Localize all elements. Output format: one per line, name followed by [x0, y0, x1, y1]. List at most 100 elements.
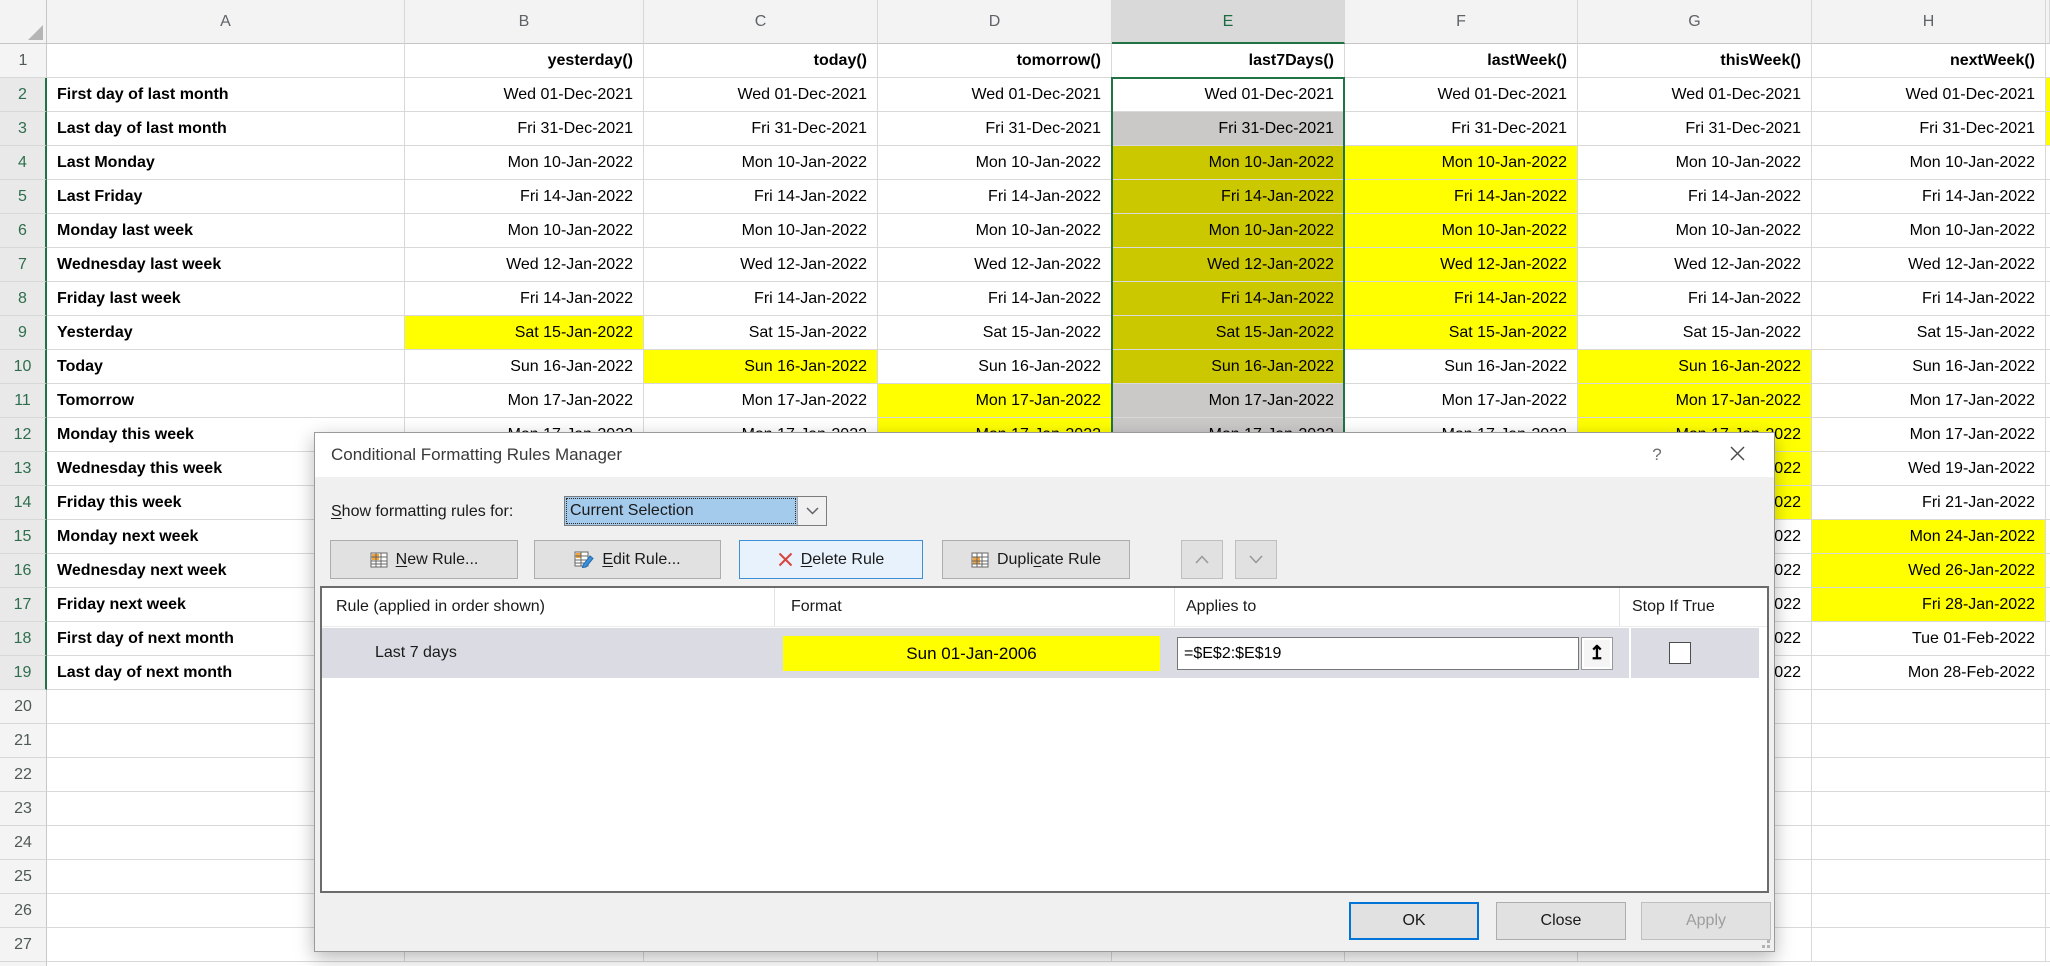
cell-B5[interactable]: Fri 14-Jan-2022 — [405, 180, 644, 214]
cell-F8[interactable]: Fri 14-Jan-2022 — [1345, 282, 1578, 316]
cell-D6[interactable]: Mon 10-Jan-2022 — [878, 214, 1112, 248]
cell-F4[interactable]: Mon 10-Jan-2022 — [1345, 146, 1578, 180]
column-header-G[interactable]: G — [1578, 0, 1812, 44]
cell-D9[interactable]: Sat 15-Jan-2022 — [878, 316, 1112, 350]
cell-H23[interactable] — [1812, 792, 2046, 826]
cell-F2[interactable]: Wed 01-Dec-2021 — [1345, 78, 1578, 112]
cell-F11[interactable]: Mon 17-Jan-2022 — [1345, 384, 1578, 418]
row-header-7[interactable]: 7 — [0, 248, 47, 282]
cell-C10[interactable]: Sun 16-Jan-2022 — [644, 350, 878, 384]
column-header-C[interactable]: C — [644, 0, 878, 44]
cell-D4[interactable]: Mon 10-Jan-2022 — [878, 146, 1112, 180]
cell-C6[interactable]: Mon 10-Jan-2022 — [644, 214, 878, 248]
cell-A3[interactable]: Last day of last month — [47, 112, 405, 146]
scope-dropdown[interactable]: Current Selection — [564, 496, 827, 526]
cell-H12[interactable]: Mon 17-Jan-2022 — [1812, 418, 2046, 452]
select-all-corner[interactable] — [0, 0, 47, 44]
cell-C11[interactable]: Mon 17-Jan-2022 — [644, 384, 878, 418]
cell-G11[interactable]: Mon 17-Jan-2022 — [1578, 384, 1812, 418]
cell-E2[interactable]: Wed 01-Dec-2021 — [1112, 78, 1345, 112]
delete-rule-button[interactable]: Delete Rule — [739, 540, 923, 579]
help-icon[interactable]: ? — [1646, 445, 1668, 465]
cell-H26[interactable] — [1812, 894, 2046, 928]
cell-E6[interactable]: Mon 10-Jan-2022 — [1112, 214, 1345, 248]
applies-to-input[interactable] — [1177, 637, 1579, 670]
column-header-F[interactable]: F — [1345, 0, 1578, 44]
row-header-15[interactable]: 15 — [0, 520, 47, 554]
cell-D5[interactable]: Fri 14-Jan-2022 — [878, 180, 1112, 214]
chevron-down-icon[interactable] — [797, 497, 826, 525]
cell-C1[interactable]: today() — [644, 44, 878, 78]
cell-F1[interactable]: lastWeek() — [1345, 44, 1578, 78]
move-rule-up-button[interactable] — [1181, 540, 1223, 579]
cell-F10[interactable]: Sun 16-Jan-2022 — [1345, 350, 1578, 384]
cell-C5[interactable]: Fri 14-Jan-2022 — [644, 180, 878, 214]
cell-G3[interactable]: Fri 31-Dec-2021 — [1578, 112, 1812, 146]
cell-A5[interactable]: Last Friday — [47, 180, 405, 214]
cell-B4[interactable]: Mon 10-Jan-2022 — [405, 146, 644, 180]
column-header-E[interactable]: E — [1112, 0, 1345, 44]
cell-A11[interactable]: Tomorrow — [47, 384, 405, 418]
cell-C4[interactable]: Mon 10-Jan-2022 — [644, 146, 878, 180]
resize-grip[interactable] — [1758, 936, 1770, 948]
cell-D8[interactable]: Fri 14-Jan-2022 — [878, 282, 1112, 316]
row-header-14[interactable]: 14 — [0, 486, 47, 520]
dialog-titlebar[interactable]: Conditional Formatting Rules Manager ? — [315, 433, 1774, 477]
cell-H16[interactable]: Wed 26-Jan-2022 — [1812, 554, 2046, 588]
cell-H20[interactable] — [1812, 690, 2046, 724]
cell-D7[interactable]: Wed 12-Jan-2022 — [878, 248, 1112, 282]
row-header-9[interactable]: 9 — [0, 316, 47, 350]
cell-A8[interactable]: Friday last week — [47, 282, 405, 316]
cell-G2[interactable]: Wed 01-Dec-2021 — [1578, 78, 1812, 112]
cell-F6[interactable]: Mon 10-Jan-2022 — [1345, 214, 1578, 248]
cell-H15[interactable]: Mon 24-Jan-2022 — [1812, 520, 2046, 554]
cell-D10[interactable]: Sun 16-Jan-2022 — [878, 350, 1112, 384]
edit-rule-button[interactable]: Edit Rule... — [534, 540, 721, 579]
cell-A2[interactable]: First day of last month — [47, 78, 405, 112]
cell-C3[interactable]: Fri 31-Dec-2021 — [644, 112, 878, 146]
cell-E7[interactable]: Wed 12-Jan-2022 — [1112, 248, 1345, 282]
cell-D3[interactable]: Fri 31-Dec-2021 — [878, 112, 1112, 146]
cell-B6[interactable]: Mon 10-Jan-2022 — [405, 214, 644, 248]
row-header-19[interactable]: 19 — [0, 656, 47, 690]
cell-H19[interactable]: Mon 28-Feb-2022 — [1812, 656, 2046, 690]
row-header-8[interactable]: 8 — [0, 282, 47, 316]
row-header-20[interactable]: 20 — [0, 690, 47, 724]
cell-A1[interactable] — [47, 44, 405, 78]
cell-H5[interactable]: Fri 14-Jan-2022 — [1812, 180, 2046, 214]
cell-D1[interactable]: tomorrow() — [878, 44, 1112, 78]
new-rule-button[interactable]: New Rule... — [330, 540, 518, 579]
cell-H17[interactable]: Fri 28-Jan-2022 — [1812, 588, 2046, 622]
cell-C7[interactable]: Wed 12-Jan-2022 — [644, 248, 878, 282]
duplicate-rule-button[interactable]: Duplicate Rule — [942, 540, 1130, 579]
cell-B1[interactable]: yesterday() — [405, 44, 644, 78]
cell-A7[interactable]: Wednesday last week — [47, 248, 405, 282]
cell-G10[interactable]: Sun 16-Jan-2022 — [1578, 350, 1812, 384]
row-header-11[interactable]: 11 — [0, 384, 47, 418]
scope-dropdown-value[interactable]: Current Selection — [565, 497, 797, 525]
cell-H22[interactable] — [1812, 758, 2046, 792]
cell-B10[interactable]: Sun 16-Jan-2022 — [405, 350, 644, 384]
cell-F7[interactable]: Wed 12-Jan-2022 — [1345, 248, 1578, 282]
cell-C8[interactable]: Fri 14-Jan-2022 — [644, 282, 878, 316]
row-header-6[interactable]: 6 — [0, 214, 47, 248]
cell-E9[interactable]: Sat 15-Jan-2022 — [1112, 316, 1345, 350]
row-header-22[interactable]: 22 — [0, 758, 47, 792]
cell-E8[interactable]: Fri 14-Jan-2022 — [1112, 282, 1345, 316]
cell-H18[interactable]: Tue 01-Feb-2022 — [1812, 622, 2046, 656]
row-header-23[interactable]: 23 — [0, 792, 47, 826]
cell-F9[interactable]: Sat 15-Jan-2022 — [1345, 316, 1578, 350]
column-header-A[interactable]: A — [47, 0, 405, 44]
row-header-4[interactable]: 4 — [0, 146, 47, 180]
cell-H2[interactable]: Wed 01-Dec-2021 — [1812, 78, 2046, 112]
row-header-16[interactable]: 16 — [0, 554, 47, 588]
cell-H21[interactable] — [1812, 724, 2046, 758]
column-header-H[interactable]: H — [1812, 0, 2046, 44]
cell-E10[interactable]: Sun 16-Jan-2022 — [1112, 350, 1345, 384]
ok-button[interactable]: OK — [1349, 902, 1479, 940]
cell-G9[interactable]: Sat 15-Jan-2022 — [1578, 316, 1812, 350]
cell-E3[interactable]: Fri 31-Dec-2021 — [1112, 112, 1345, 146]
column-header-B[interactable]: B — [405, 0, 644, 44]
cell-H11[interactable]: Mon 17-Jan-2022 — [1812, 384, 2046, 418]
cell-F5[interactable]: Fri 14-Jan-2022 — [1345, 180, 1578, 214]
